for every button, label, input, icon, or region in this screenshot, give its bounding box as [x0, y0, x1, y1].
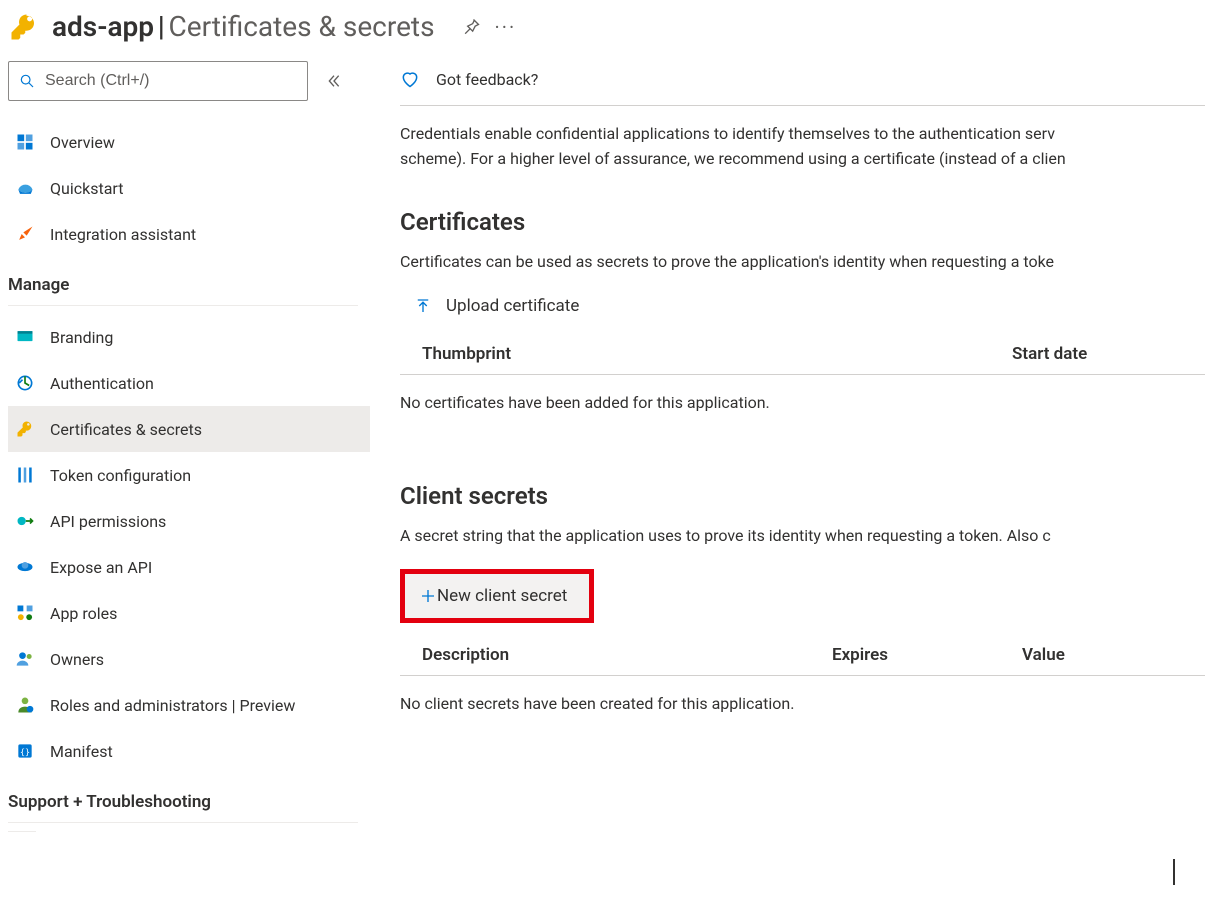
column-expires: Expires: [832, 645, 1022, 665]
client-secrets-heading: Client secrets: [400, 482, 1205, 510]
feedback-label: Got feedback?: [436, 70, 538, 89]
sidebar-item-label: Expose an API: [50, 558, 152, 577]
sidebar-item-overview[interactable]: Overview: [8, 119, 370, 165]
sidebar-item-integration-assistant[interactable]: Integration assistant: [8, 211, 370, 257]
client-secrets-description: A secret string that the application use…: [400, 524, 1205, 549]
search-input-wrap[interactable]: [8, 61, 308, 101]
more-button[interactable]: ···: [495, 15, 517, 39]
new-client-secret-button[interactable]: New client secret: [405, 574, 589, 618]
new-client-secret-highlight: New client secret: [400, 569, 594, 623]
sidebar-item-roles-administrators[interactable]: Roles and administrators | Preview: [8, 682, 370, 728]
branding-icon: [14, 326, 36, 348]
owners-icon: [14, 648, 36, 670]
key-icon: [8, 11, 40, 43]
main-content: Got feedback? Credentials enable confide…: [370, 61, 1205, 903]
divider: [8, 831, 36, 832]
search-input[interactable]: [43, 71, 297, 91]
certificates-table-header: Thumbprint Start date: [400, 328, 1205, 375]
sidebar-item-certificates-secrets[interactable]: Certificates & secrets: [8, 406, 370, 452]
certificates-empty: No certificates have been added for this…: [400, 393, 1205, 412]
page-header: ads-app | Certificates & secrets ···: [0, 0, 1205, 61]
sidebar-item-quickstart[interactable]: Quickstart: [8, 165, 370, 211]
certificates-heading: Certificates: [400, 208, 1205, 236]
sidebar-item-authentication[interactable]: Authentication: [8, 360, 370, 406]
overview-icon: [14, 131, 36, 153]
upload-icon: [414, 297, 432, 315]
title-separator: |: [158, 10, 165, 43]
sidebar-item-label: Branding: [50, 328, 113, 347]
sidebar-item-label: Overview: [50, 133, 115, 152]
search-icon: [19, 73, 35, 89]
pin-button[interactable]: [461, 17, 481, 37]
certificates-description: Certificates can be used as secrets to p…: [400, 250, 1205, 275]
sidebar: Overview Quickstart Integration assistan…: [0, 61, 370, 903]
sidebar-item-expose-api[interactable]: Expose an API: [8, 544, 370, 590]
column-value: Value: [1022, 645, 1205, 665]
svg-text:{}: {}: [20, 746, 30, 756]
sidebar-item-label: Authentication: [50, 374, 154, 393]
divider: [8, 305, 358, 306]
token-icon: [14, 464, 36, 486]
authentication-icon: [14, 372, 36, 394]
sidebar-item-label: App roles: [50, 604, 117, 623]
intro-text: Credentials enable confidential applicat…: [400, 122, 1205, 172]
sidebar-item-owners[interactable]: Owners: [8, 636, 370, 682]
heart-icon: [400, 69, 420, 89]
sidebar-section-support: Support + Troubleshooting: [8, 774, 370, 818]
column-thumbprint: Thumbprint: [422, 344, 1012, 364]
roles-icon: [14, 694, 36, 716]
sidebar-item-label: API permissions: [50, 512, 166, 531]
sidebar-item-label: Owners: [50, 650, 104, 669]
text-cursor: [1173, 859, 1175, 885]
column-description: Description: [422, 645, 832, 665]
upload-certificate-label: Upload certificate: [446, 296, 579, 316]
page-title: ads-app | Certificates & secrets: [52, 10, 435, 43]
sidebar-item-token-configuration[interactable]: Token configuration: [8, 452, 370, 498]
new-client-secret-label: New client secret: [437, 586, 567, 606]
sidebar-item-app-roles[interactable]: App roles: [8, 590, 370, 636]
sidebar-item-label: Certificates & secrets: [50, 420, 202, 439]
key-icon: [14, 418, 36, 440]
sidebar-item-label: Manifest: [50, 742, 113, 761]
sidebar-item-label: Integration assistant: [50, 225, 196, 244]
app-roles-icon: [14, 602, 36, 624]
expose-api-icon: [14, 556, 36, 578]
sidebar-item-manifest[interactable]: {} Manifest: [8, 728, 370, 774]
divider: [8, 822, 358, 823]
rocket-icon: [14, 223, 36, 245]
manifest-icon: {}: [14, 740, 36, 762]
sidebar-item-branding[interactable]: Branding: [8, 314, 370, 360]
collapse-sidebar-button[interactable]: [326, 73, 342, 89]
sidebar-item-label: Token configuration: [50, 466, 191, 485]
sidebar-item-label: Roles and administrators | Preview: [50, 696, 295, 715]
sidebar-section-manage: Manage: [8, 257, 370, 301]
secrets-empty: No client secrets have been created for …: [400, 694, 1205, 713]
sidebar-item-api-permissions[interactable]: API permissions: [8, 498, 370, 544]
feedback-button[interactable]: Got feedback?: [400, 61, 1205, 99]
app-name: ads-app: [52, 10, 154, 43]
column-start-date: Start date: [1012, 344, 1192, 364]
plus-icon: [419, 587, 437, 605]
page-subtitle: Certificates & secrets: [169, 10, 435, 43]
upload-certificate-button[interactable]: Upload certificate: [400, 284, 593, 328]
sidebar-item-label: Quickstart: [50, 179, 123, 198]
divider: [400, 105, 1205, 106]
api-permissions-icon: [14, 510, 36, 532]
quickstart-icon: [14, 177, 36, 199]
secrets-table-header: Description Expires Value: [400, 629, 1205, 676]
